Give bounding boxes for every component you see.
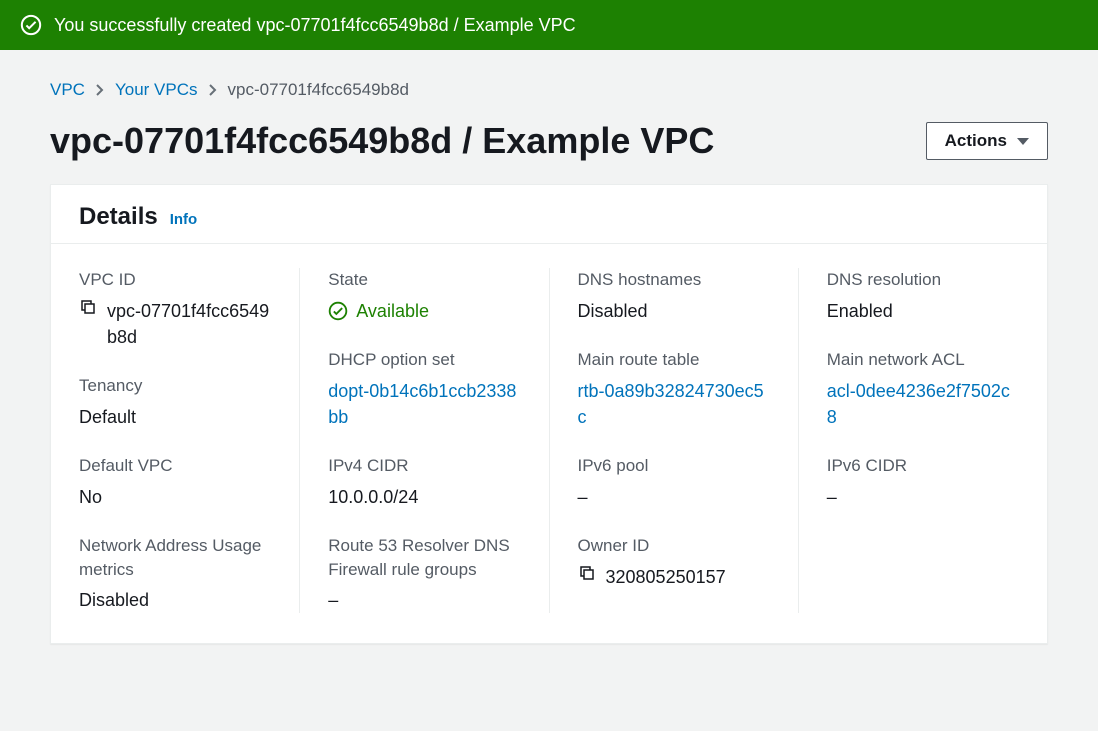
field-main-nacl: Main network ACL acl-0dee4236e2f7502c8 bbox=[827, 348, 1019, 430]
chevron-right-icon bbox=[208, 83, 218, 97]
field-label: Main network ACL bbox=[827, 348, 1019, 372]
ipv6cidr-value: – bbox=[827, 484, 1019, 510]
mrt-link[interactable]: rtb-0a89b32824730ec5c bbox=[578, 381, 764, 427]
ipv6pool-value: – bbox=[578, 484, 770, 510]
dns-res-value: Enabled bbox=[827, 298, 1019, 324]
field-state: State Available bbox=[328, 268, 520, 324]
field-label: IPv6 pool bbox=[578, 454, 770, 478]
field-label: IPv6 CIDR bbox=[827, 454, 1019, 478]
field-main-route-table: Main route table rtb-0a89b32824730ec5c bbox=[578, 348, 770, 430]
ipv4-value: 10.0.0.0/24 bbox=[328, 484, 520, 510]
vpc-id-value: vpc-07701f4fcc6549b8d bbox=[107, 298, 271, 350]
field-dhcp: DHCP option set dopt-0b14c6b1ccb2338bb bbox=[328, 348, 520, 430]
field-r53: Route 53 Resolver DNS Firewall rule grou… bbox=[328, 534, 520, 614]
state-value: Available bbox=[356, 298, 429, 324]
success-banner: You successfully created vpc-07701f4fcc6… bbox=[0, 0, 1098, 50]
breadcrumb: VPC Your VPCs vpc-07701f4fcc6549b8d bbox=[50, 80, 1048, 100]
caret-down-icon bbox=[1017, 138, 1029, 145]
check-circle-icon bbox=[328, 301, 348, 321]
field-dns-resolution: DNS resolution Enabled bbox=[827, 268, 1019, 324]
field-default-vpc: Default VPC No bbox=[79, 454, 271, 510]
field-label: Default VPC bbox=[79, 454, 271, 478]
field-owner-id: Owner ID 320805250157 bbox=[578, 534, 770, 590]
field-label: State bbox=[328, 268, 520, 292]
breadcrumb-vpc[interactable]: VPC bbox=[50, 80, 85, 100]
field-label: Route 53 Resolver DNS Firewall rule grou… bbox=[328, 534, 520, 582]
breadcrumb-your-vpcs[interactable]: Your VPCs bbox=[115, 80, 198, 100]
field-label: Tenancy bbox=[79, 374, 271, 398]
details-col-3: DNS hostnames Disabled Main route table … bbox=[550, 268, 799, 613]
copy-icon[interactable] bbox=[578, 564, 596, 582]
details-col-4: DNS resolution Enabled Main network ACL … bbox=[799, 268, 1047, 613]
field-vpc-id: VPC ID vpc-07701f4fcc6549b8d bbox=[79, 268, 271, 350]
field-ipv4: IPv4 CIDR 10.0.0.0/24 bbox=[328, 454, 520, 510]
actions-label: Actions bbox=[945, 131, 1007, 151]
field-dns-hostnames: DNS hostnames Disabled bbox=[578, 268, 770, 324]
copy-icon[interactable] bbox=[79, 298, 97, 316]
field-nau: Network Address Usage metrics Disabled bbox=[79, 534, 271, 614]
success-check-icon bbox=[20, 14, 42, 36]
field-tenancy: Tenancy Default bbox=[79, 374, 271, 430]
owner-value: 320805250157 bbox=[606, 564, 726, 590]
field-label: DNS hostnames bbox=[578, 268, 770, 292]
default-vpc-value: No bbox=[79, 484, 271, 510]
field-label: Owner ID bbox=[578, 534, 770, 558]
dns-host-value: Disabled bbox=[578, 298, 770, 324]
page-header: vpc-07701f4fcc6549b8d / Example VPC Acti… bbox=[50, 120, 1048, 162]
details-col-2: State Available DHCP option set dopt-0b1… bbox=[300, 268, 549, 613]
field-label: DHCP option set bbox=[328, 348, 520, 372]
panel-title: Details bbox=[79, 203, 158, 231]
details-grid: VPC ID vpc-07701f4fcc6549b8d Tenancy Def… bbox=[51, 244, 1047, 643]
mnacl-link[interactable]: acl-0dee4236e2f7502c8 bbox=[827, 381, 1010, 427]
tenancy-value: Default bbox=[79, 404, 271, 430]
details-col-1: VPC ID vpc-07701f4fcc6549b8d Tenancy Def… bbox=[51, 268, 300, 613]
success-message: You successfully created vpc-07701f4fcc6… bbox=[54, 15, 576, 36]
field-label: DNS resolution bbox=[827, 268, 1019, 292]
chevron-right-icon bbox=[95, 83, 105, 97]
field-label: Network Address Usage metrics bbox=[79, 534, 271, 582]
field-ipv6-cidr: IPv6 CIDR – bbox=[827, 454, 1019, 510]
field-ipv6-pool: IPv6 pool – bbox=[578, 454, 770, 510]
field-label: Main route table bbox=[578, 348, 770, 372]
breadcrumb-current: vpc-07701f4fcc6549b8d bbox=[228, 80, 409, 100]
details-panel: Details Info VPC ID vpc-07701f4fcc6549b8… bbox=[50, 184, 1048, 644]
nau-value: Disabled bbox=[79, 587, 271, 613]
dhcp-link[interactable]: dopt-0b14c6b1ccb2338bb bbox=[328, 381, 516, 427]
panel-header: Details Info bbox=[51, 185, 1047, 244]
info-link[interactable]: Info bbox=[170, 211, 198, 228]
page-title: vpc-07701f4fcc6549b8d / Example VPC bbox=[50, 120, 714, 162]
field-label: IPv4 CIDR bbox=[328, 454, 520, 478]
r53-value: – bbox=[328, 587, 520, 613]
actions-button[interactable]: Actions bbox=[926, 122, 1048, 160]
field-label: VPC ID bbox=[79, 268, 271, 292]
